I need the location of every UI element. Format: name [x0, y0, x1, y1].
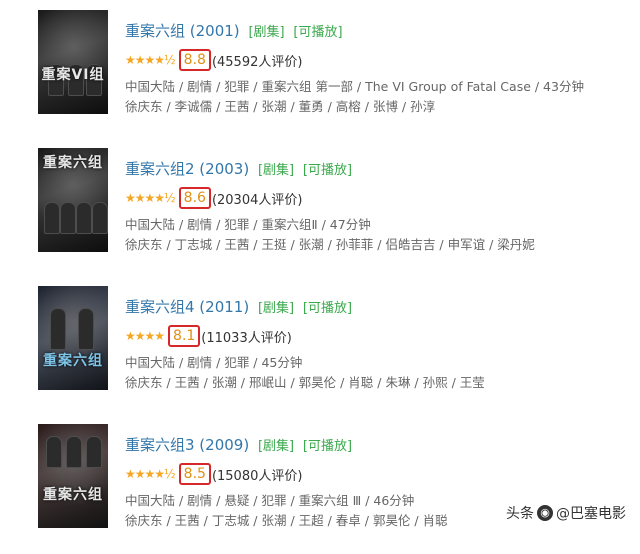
- cast-list: 徐庆东 / 李诚儒 / 王茜 / 张潮 / 董勇 / 高榕 / 张博 / 孙淳: [125, 99, 436, 114]
- rating-votes[interactable]: (11033人评价): [201, 327, 292, 346]
- poster-title: 重案VI组: [41, 67, 105, 84]
- rating-line: ★★★★½ 8.8 (45592人评价): [125, 49, 302, 71]
- title-line: 重案六组 (2001) [剧集] [可播放]: [125, 20, 343, 41]
- meta-info: 中国大陆 / 剧情 / 犯罪 / 45分钟: [125, 355, 303, 370]
- title-link[interactable]: 重案六组4 (2011): [125, 298, 249, 316]
- cast-list: 徐庆东 / 王茜 / 张潮 / 邢岷山 / 郭昊伦 / 肖聪 / 朱琳 / 孙熙…: [125, 375, 485, 390]
- poster-image[interactable]: 重案六组: [38, 424, 108, 528]
- result-item-3: 重案六组 重案六组4 (2011) [剧集] [可播放] ★★★★ 8.1 (1…: [0, 286, 640, 416]
- poster-figure: [66, 436, 82, 468]
- poster-glow: [38, 286, 108, 390]
- rating-stars-icon: ★★★★½: [125, 53, 176, 67]
- poster-image[interactable]: 重案六组: [38, 286, 108, 390]
- series-tag[interactable]: [剧集]: [258, 439, 294, 454]
- playable-tag[interactable]: [可播放]: [293, 25, 342, 40]
- playable-tag[interactable]: [可播放]: [303, 163, 352, 178]
- poster-glow: [38, 10, 108, 114]
- rating-score: 8.1: [168, 325, 201, 347]
- rating-stars-icon: ★★★★½: [125, 191, 176, 205]
- poster-figure: [50, 308, 66, 350]
- playable-tag[interactable]: [可播放]: [303, 301, 352, 316]
- rating-votes[interactable]: (15080人评价): [212, 465, 303, 484]
- poster-figure: [86, 436, 102, 468]
- poster-figure: [60, 202, 76, 234]
- watermark: 头条 ◉ @巴塞电影: [506, 503, 626, 523]
- series-tag[interactable]: [剧集]: [258, 163, 294, 178]
- cast-list: 徐庆东 / 丁志城 / 王茜 / 王挺 / 张潮 / 孙菲菲 / 侣皓吉吉 / …: [125, 237, 535, 252]
- poster-figure: [44, 202, 60, 234]
- rating-stars-icon: ★★★★½: [125, 467, 176, 481]
- watermark-prefix: 头条: [506, 506, 534, 522]
- rating-votes[interactable]: (45592人评价): [212, 51, 303, 70]
- rating-score: 8.8: [178, 49, 211, 71]
- poster-image[interactable]: 重案VI组: [38, 10, 108, 114]
- series-tag[interactable]: [剧集]: [258, 301, 294, 316]
- poster-figure: [46, 436, 62, 468]
- rating-line: ★★★★½ 8.5 (15080人评价): [125, 463, 302, 485]
- result-item-1: 重案VI组 重案六组 (2001) [剧集] [可播放] ★★★★½ 8.8 (…: [0, 10, 640, 140]
- poster-title: 重案六组: [43, 155, 103, 171]
- cast-list: 徐庆东 / 王茜 / 丁志城 / 张潮 / 王超 / 春卓 / 郭昊伦 / 肖聪: [125, 513, 448, 528]
- playable-tag[interactable]: [可播放]: [303, 439, 352, 454]
- title-line: 重案六组2 (2003) [剧集] [可播放]: [125, 158, 352, 179]
- meta-info: 中国大陆 / 剧情 / 犯罪 / 重案六组 第一部 / The VI Group…: [125, 79, 584, 94]
- series-tag[interactable]: [剧集]: [248, 25, 284, 40]
- title-line: 重案六组3 (2009) [剧集] [可播放]: [125, 434, 352, 455]
- poster-figure: [78, 308, 94, 350]
- meta-info: 中国大陆 / 剧情 / 犯罪 / 重案六组Ⅱ / 47分钟: [125, 217, 371, 232]
- headline-logo-icon: ◉: [537, 505, 553, 521]
- result-item-4: 重案六组 重案六组3 (2009) [剧集] [可播放] ★★★★½ 8.5 (…: [0, 424, 640, 554]
- poster-title: 重案六组: [43, 353, 103, 370]
- rating-line: ★★★★½ 8.6 (20304人评价): [125, 187, 302, 209]
- rating-votes[interactable]: (20304人评价): [212, 189, 303, 208]
- watermark-handle: @巴塞电影: [556, 506, 626, 522]
- rating-line: ★★★★ 8.1 (11033人评价): [125, 325, 292, 347]
- poster-image[interactable]: 重案六组: [38, 148, 108, 252]
- title-link[interactable]: 重案六组2 (2003): [125, 160, 249, 178]
- title-link[interactable]: 重案六组3 (2009): [125, 436, 249, 454]
- rating-score: 8.5: [178, 463, 211, 485]
- title-link[interactable]: 重案六组 (2001): [125, 22, 240, 40]
- poster-title: 重案六组: [43, 487, 103, 504]
- poster-figure: [92, 202, 108, 234]
- meta-info: 中国大陆 / 剧情 / 悬疑 / 犯罪 / 重案六组 Ⅲ / 46分钟: [125, 493, 415, 508]
- result-item-2: 重案六组 重案六组2 (2003) [剧集] [可播放] ★★★★½ 8.6 (…: [0, 148, 640, 278]
- rating-score: 8.6: [178, 187, 211, 209]
- rating-stars-icon: ★★★★: [125, 329, 165, 343]
- poster-figure: [76, 202, 92, 234]
- title-line: 重案六组4 (2011) [剧集] [可播放]: [125, 296, 352, 317]
